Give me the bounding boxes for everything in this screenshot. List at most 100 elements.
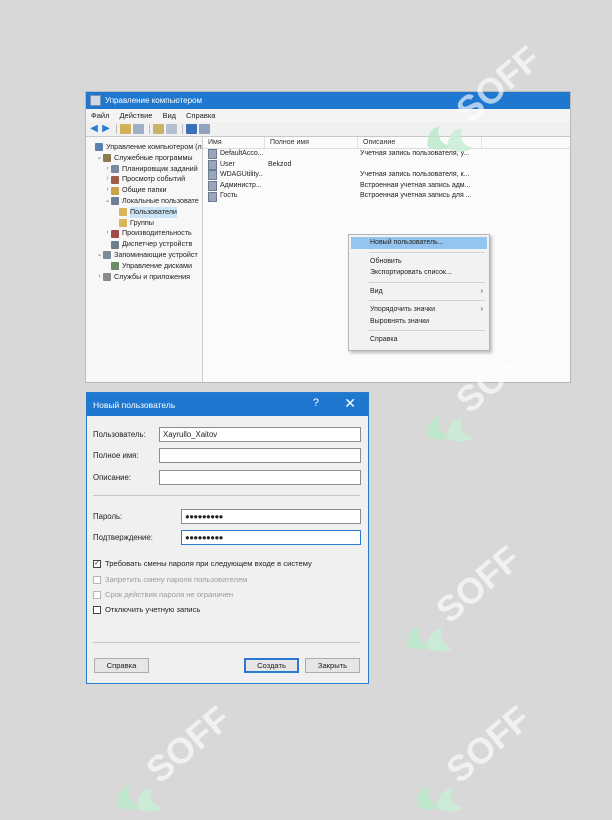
expand-chevron-icon[interactable]: ⌄: [104, 196, 111, 207]
expand-chevron-icon[interactable]: ›: [96, 272, 103, 283]
submenu-arrow-icon: ›: [480, 287, 483, 295]
full-name-input[interactable]: [159, 448, 361, 463]
close-icon[interactable]: ✕: [344, 395, 356, 412]
account-disabled-option[interactable]: Отключить учетную запись: [93, 605, 200, 614]
expand-chevron-icon[interactable]: ⌄: [96, 153, 103, 164]
toolbar: ◀ ▶: [86, 122, 570, 137]
expand-chevron-icon[interactable]: ›: [104, 174, 111, 185]
tree-item[interactable]: Диспетчер устройств: [86, 239, 202, 250]
tree-item-label: Диспетчер устройств: [122, 239, 193, 249]
close-button[interactable]: Закрыть: [305, 658, 360, 673]
description-cell: Встроенная учетная запись для ...: [360, 192, 472, 200]
password-input[interactable]: ●●●●●●●●●: [181, 509, 361, 524]
column-name[interactable]: Имя: [203, 137, 265, 148]
properties-icon[interactable]: [199, 124, 210, 134]
ctx-separator: [369, 300, 485, 301]
user-icon: [208, 149, 217, 160]
tree-item[interactable]: Управление компьютером (л: [86, 142, 202, 153]
export-list-icon[interactable]: [166, 124, 177, 134]
checkbox-checked-icon[interactable]: ✓: [93, 559, 101, 568]
expand-chevron-icon[interactable]: ⌄: [96, 250, 103, 261]
tree-item[interactable]: Управление дисками: [86, 261, 202, 272]
tree-item[interactable]: ⌄ Служебные программы: [86, 153, 202, 164]
list-rows: DefaultAcco... Учетная запись пользовател…: [203, 149, 570, 202]
menu-view[interactable]: Вид: [162, 111, 176, 120]
ctx-arrange-icons[interactable]: Упорядочить значки ›: [349, 304, 489, 316]
tree-node-icon: [111, 240, 119, 249]
tree-node-icon: [111, 229, 119, 238]
password-label: Пароль:: [93, 512, 123, 521]
menu-action[interactable]: Действие: [119, 111, 152, 120]
divider: [93, 642, 360, 643]
menu-help[interactable]: Справка: [186, 111, 215, 120]
table-row[interactable]: DefaultAcco... Учетная запись пользовател…: [203, 149, 570, 160]
computer-management-window: Управление компьютером Файл Действие Вид…: [86, 92, 570, 382]
user-name-cell: Гость: [203, 191, 263, 202]
must-change-password-option[interactable]: ✓ Требовать смены пароля при следующем в…: [93, 559, 312, 568]
ctx-separator: [369, 251, 485, 253]
tree-item[interactable]: › Планировщик заданий: [86, 164, 202, 175]
help-book-icon[interactable]: [186, 124, 197, 134]
ctx-export[interactable]: Экспортировать список...: [349, 267, 489, 279]
cannot-change-password-label: Запретить смену пароля пользователем: [105, 575, 248, 584]
table-row[interactable]: WDAGUtility... Учетная запись пользовател…: [203, 170, 570, 181]
full-name-row: Полное имя:: [93, 448, 361, 463]
account-disabled-label: Отключить учетную запись: [105, 605, 201, 614]
tree-item[interactable]: ⌄ Запоминающие устройст: [86, 250, 202, 261]
cannot-change-password-option: Запретить смену пароля пользователем: [93, 575, 247, 584]
back-arrow-icon[interactable]: ◀: [89, 124, 99, 134]
show-tree-icon[interactable]: [133, 124, 144, 134]
user-name-cell: DefaultAcco...: [203, 149, 263, 160]
dialog-title-bar: Новый пользователь ? ✕: [87, 393, 368, 416]
forward-arrow-icon[interactable]: ▶: [101, 124, 111, 134]
refresh-icon[interactable]: [153, 124, 164, 134]
list-header: Имя Полное имя Описание: [203, 137, 570, 149]
description-input[interactable]: [159, 470, 361, 485]
ctx-align-icons[interactable]: Выровнять значки: [349, 316, 489, 328]
toolbar-separator: [116, 124, 117, 134]
tree-item[interactable]: Пользователи: [86, 206, 202, 218]
user-name-cell: WDAGUtility...: [203, 170, 263, 181]
description-label: Описание:: [93, 473, 132, 482]
tree-node-icon: [111, 262, 119, 271]
tree-item-label: Служебные программы: [114, 152, 193, 162]
table-row[interactable]: Администр... Встроенная учетная запись ад…: [203, 181, 570, 192]
expand-chevron-icon[interactable]: ›: [104, 164, 111, 175]
password-never-expires-option: Срок действия пароля не ограничен: [93, 590, 233, 599]
tree-item[interactable]: Группы: [86, 218, 202, 229]
dialog-title: Новый пользователь: [93, 399, 176, 410]
tree-item[interactable]: › Просмотр событий: [86, 174, 202, 185]
table-row[interactable]: User Bekzod: [203, 159, 570, 171]
tree-item-label: Группы: [130, 217, 154, 227]
help-icon[interactable]: ?: [313, 397, 319, 409]
user-icon: [208, 159, 217, 170]
confirm-label: Подтверждение:: [93, 533, 153, 542]
column-full-name[interactable]: Полное имя: [265, 137, 358, 148]
expand-chevron-icon[interactable]: ›: [104, 185, 111, 196]
folder-up-icon[interactable]: [120, 124, 131, 134]
menu-file[interactable]: Файл: [91, 111, 109, 120]
table-row[interactable]: Гость Встроенная учетная запись для ...: [203, 191, 570, 202]
tree-item[interactable]: ⌄ Локальные пользовате: [86, 196, 202, 207]
column-description[interactable]: Описание: [358, 137, 482, 148]
ctx-view[interactable]: Вид ›: [349, 286, 489, 298]
ctx-new-user[interactable]: Новый пользователь...: [351, 237, 487, 249]
must-change-password-label: Требовать смены пароля при следующем вхо…: [105, 559, 312, 568]
create-button[interactable]: Создать: [244, 658, 299, 673]
tree-node-icon: [95, 143, 103, 152]
ctx-refresh[interactable]: Обновить: [349, 256, 489, 268]
tree-item[interactable]: › Общие папки: [86, 185, 202, 196]
user-name-cell: User: [203, 159, 263, 171]
help-button[interactable]: Справка: [94, 658, 149, 673]
tree-node-icon: [119, 208, 127, 217]
tree-item-label: Общие папки: [122, 185, 167, 195]
ctx-help[interactable]: Справка: [349, 334, 489, 346]
confirm-password-input[interactable]: ●●●●●●●●●: [181, 530, 361, 545]
tree-item[interactable]: › Производительность: [86, 228, 202, 239]
tree-item[interactable]: › Службы и приложения: [86, 272, 202, 283]
expand-chevron-icon[interactable]: ›: [104, 228, 111, 239]
context-menu: Новый пользователь... Обновить Экспортир…: [348, 234, 490, 351]
user-name-input[interactable]: Xayrullo_Xaitov: [159, 427, 361, 442]
checkbox-icon[interactable]: [93, 605, 101, 614]
soff-watermark: SOFF: [80, 700, 260, 820]
